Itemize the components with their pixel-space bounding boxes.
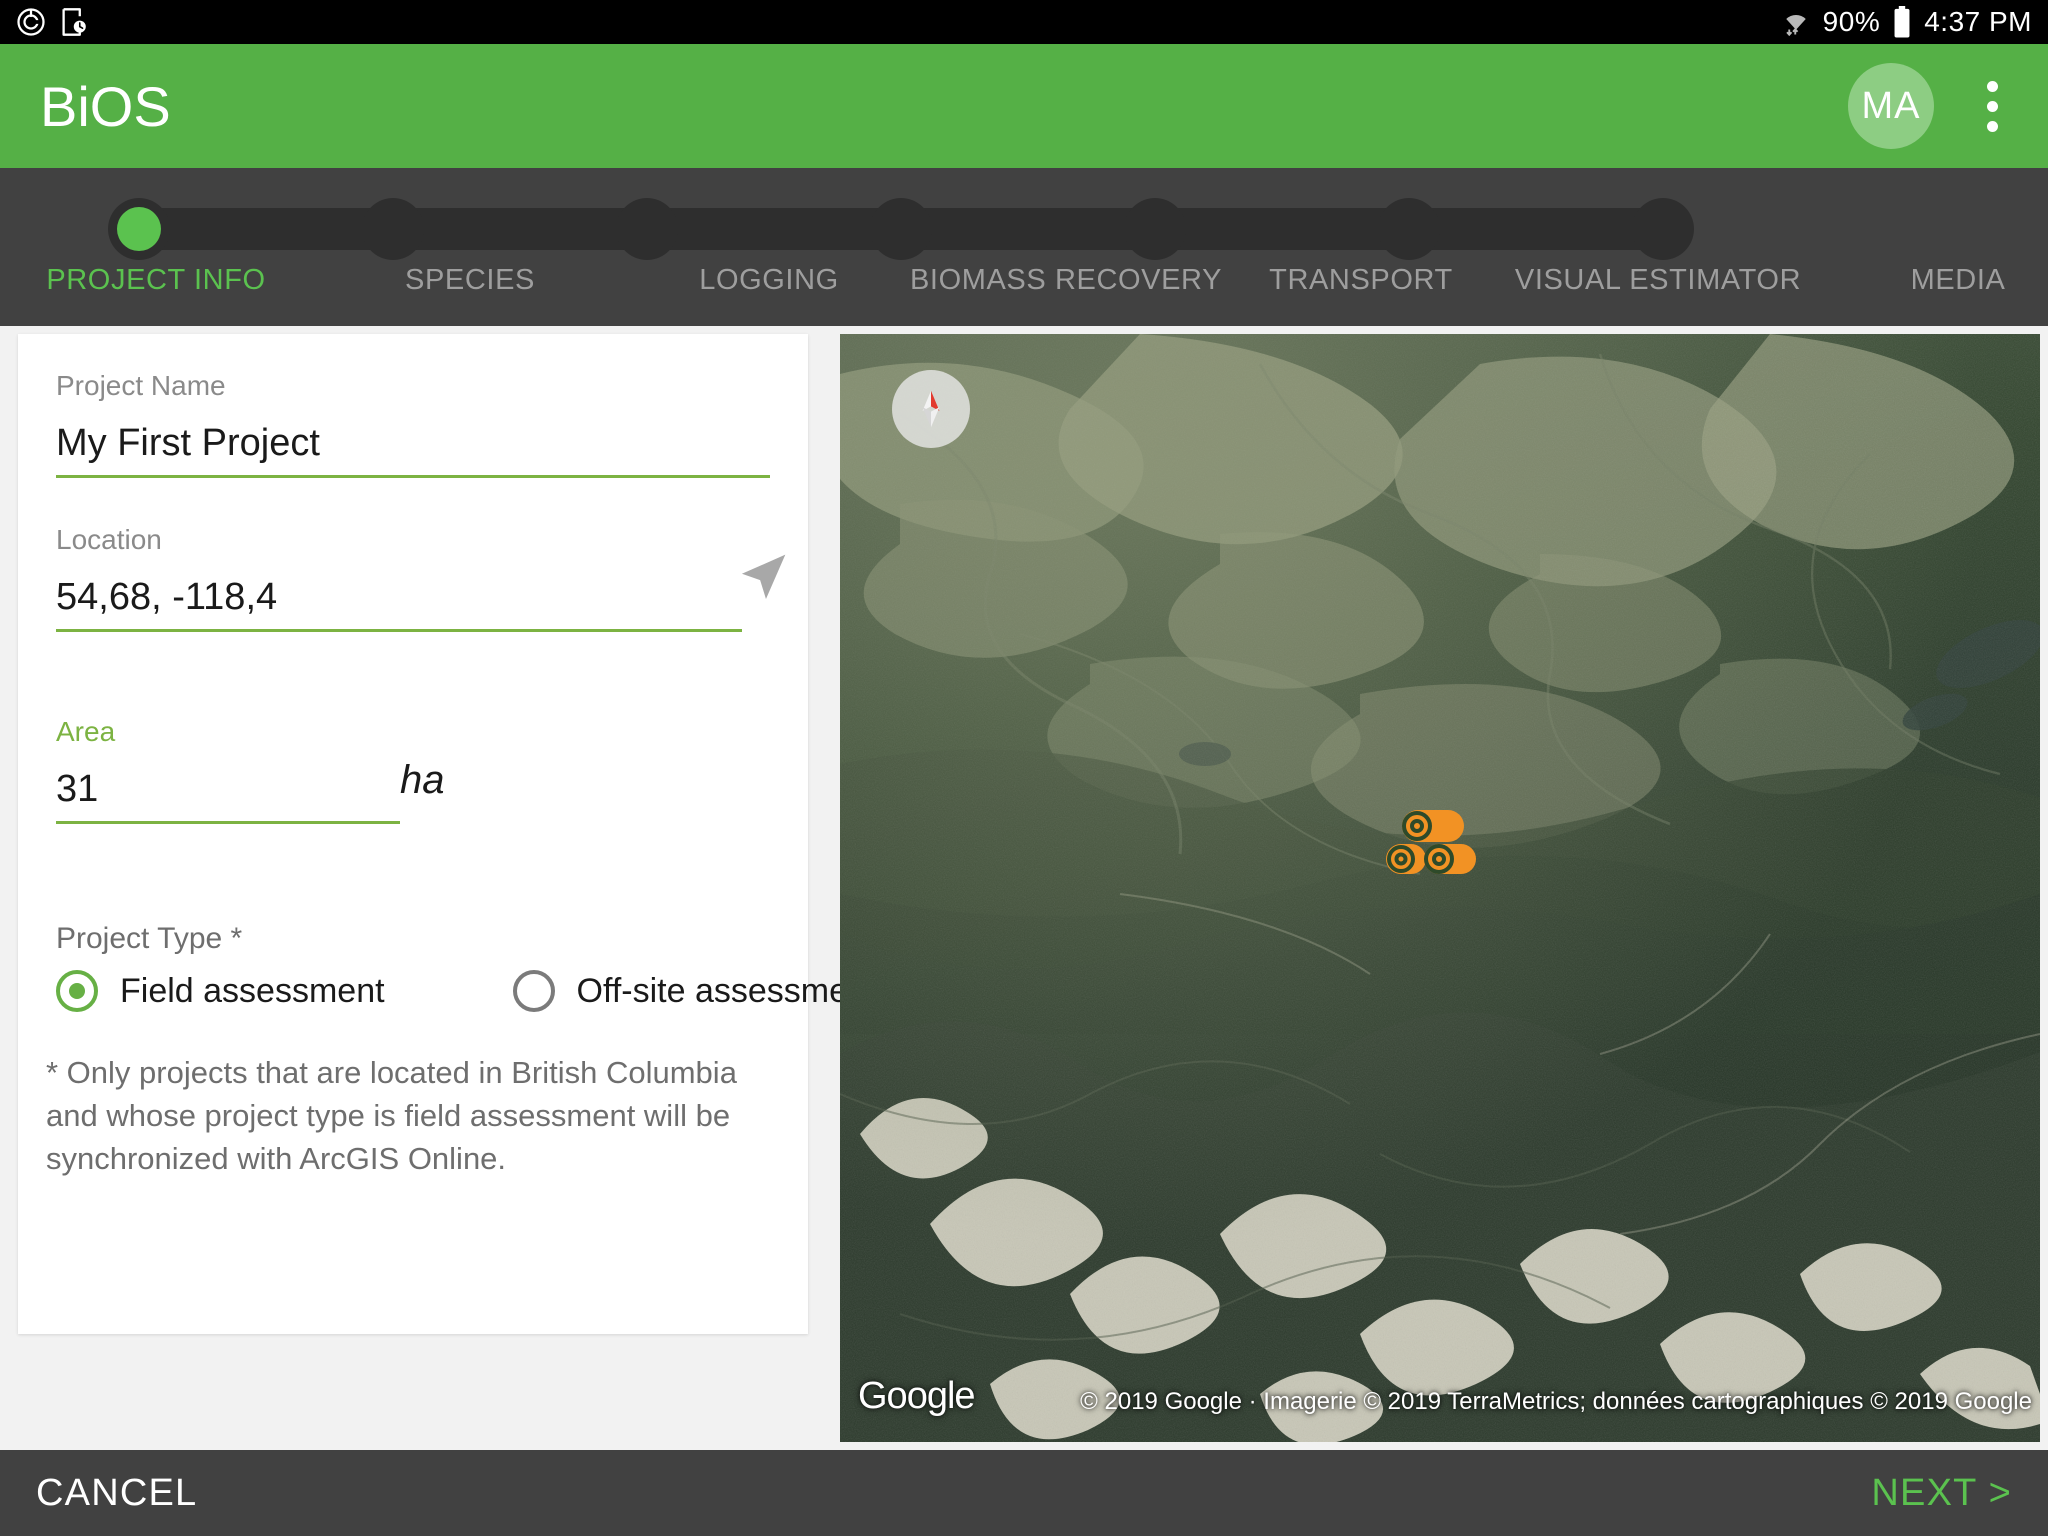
area-label: Area [56,716,116,747]
clock-label: 4:37 PM [1924,6,2032,37]
stepper-node-5[interactable] [1378,198,1440,260]
navigation-arrow-icon[interactable] [734,550,790,606]
area-input[interactable]: 31 [56,768,400,821]
wizard-bottom-bar: CANCEL NEXT > [0,1450,2048,1536]
project-type-label: Project Type * [56,922,243,955]
stepper-label-logging[interactable]: LOGGING [699,264,839,297]
compass-north-icon[interactable] [892,370,970,448]
stepper-label-media[interactable]: MEDIA [1911,264,2006,297]
avatar-initials: MA [1861,84,1921,127]
stepper-node-4[interactable] [1124,198,1186,260]
menu-dot [1986,80,1998,92]
stepper-label-biomass-recovery[interactable]: BIOMASS RECOVERY [910,264,1222,297]
app-bar: BiOS MA [0,44,2048,168]
app-title: BiOS [40,74,171,138]
radio-offsite-assessment-label: Off-site assessment [576,971,877,1010]
project-name-field[interactable]: Project Name My First Project [56,370,770,478]
project-name-input[interactable]: My First Project [56,422,770,475]
location-field[interactable]: Location 54,68, -118,4 [56,524,742,632]
google-logo: Google [858,1375,976,1417]
stepper-label-transport[interactable]: TRANSPORT [1269,264,1453,297]
stepper-node-6[interactable] [1632,198,1694,260]
area-unit-label: ha [400,758,445,802]
radio-field-assessment-label: Field assessment [120,971,385,1010]
more-vertical-icon[interactable] [1964,63,2020,149]
stepper-node-1[interactable] [362,198,424,260]
area-underline [56,821,400,824]
status-bar-right: 90% 4:37 PM [1781,6,2032,38]
battery-percent-label: 90% [1822,6,1881,37]
status-bar: 90% 4:37 PM [0,0,2048,44]
menu-dot [1986,120,1998,132]
sync-disclaimer-text: * Only projects that are located in Brit… [46,1055,737,1176]
stepper-node-2[interactable] [616,198,678,260]
project-name-label: Project Name [56,370,226,401]
avatar[interactable]: MA [1848,63,1934,149]
map-imagery [840,334,2040,1442]
stepper-label-visual-estimator[interactable]: VISUAL ESTIMATOR [1515,264,1801,297]
app-bar-actions: MA [1848,63,2020,149]
content-area: Project Name My First Project Location 5… [0,326,2048,1450]
location-input[interactable]: 54,68, -118,4 [56,576,742,629]
status-bar-left-icons [16,7,88,37]
wifi-icon [1785,14,1806,36]
next-button[interactable]: NEXT > [1871,1472,2012,1515]
location-underline [56,629,742,632]
data-saver-icon [17,8,45,36]
map-attribution: © 2019 Google · Imagerie © 2019 TerraMet… [1080,1388,2032,1415]
project-type-radio-group: Field assessment Off-site assessment [56,970,876,1012]
radio-unselected-icon [512,970,555,1012]
project-name-underline [56,475,770,478]
radio-offsite-assessment[interactable]: Off-site assessment [512,970,877,1012]
satellite-map[interactable]: Google © 2019 Google · Imagerie © 2019 T… [840,334,2040,1442]
stepper-node-3[interactable] [870,198,932,260]
menu-dot [1986,100,1998,112]
log-pile-marker-icon[interactable] [1380,806,1480,878]
battery-icon [1894,6,1910,38]
cancel-button[interactable]: CANCEL [36,1472,197,1515]
location-label: Location [56,524,162,555]
project-info-form: Project Name My First Project Location 5… [18,334,876,1334]
stepper-track [108,198,1694,260]
radio-selected-icon [56,970,98,1012]
screen-timer-icon [62,8,86,36]
wizard-stepper: PROJECT INFO SPECIES LOGGING BIOMASS RECOVE… [0,168,2048,326]
stepper-node-0[interactable] [108,198,170,260]
stepper-label-project-info[interactable]: PROJECT INFO [46,264,265,297]
area-field[interactable]: Area 31 [56,716,400,824]
stepper-label-species[interactable]: SPECIES [405,264,535,297]
radio-field-assessment[interactable]: Field assessment [56,970,385,1012]
